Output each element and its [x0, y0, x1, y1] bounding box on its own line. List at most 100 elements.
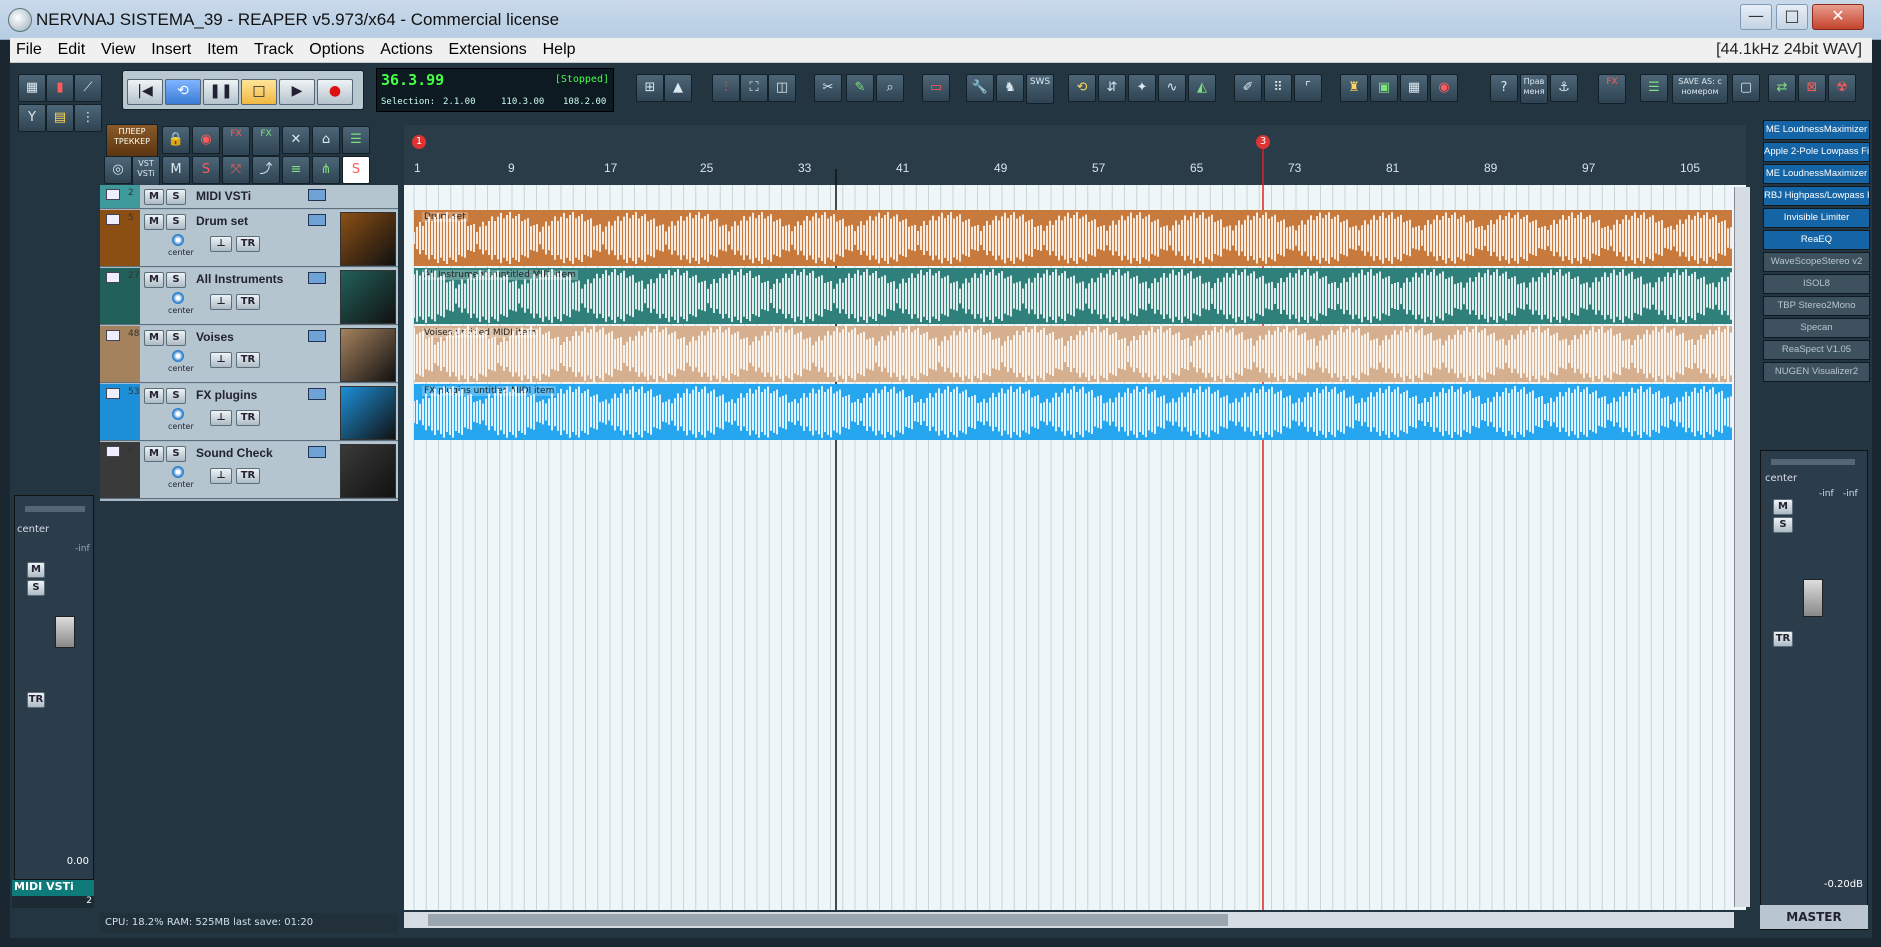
table-icon[interactable]: ▦	[1400, 74, 1428, 102]
pan-knob[interactable]	[172, 408, 184, 420]
track-row[interactable]: 6 M S Sound Check center ⊥ TR	[100, 442, 398, 499]
track-name[interactable]: All Instruments	[196, 272, 283, 286]
zoom-icon[interactable]: ⌕	[876, 74, 904, 102]
menu-actions[interactable]: Actions	[374, 38, 438, 62]
master-mute-button[interactable]: M	[1773, 499, 1793, 515]
pan-knob[interactable]	[172, 466, 184, 478]
selection-end[interactable]: 110.3.00	[501, 97, 544, 107]
menu-edit[interactable]: Edit	[52, 38, 92, 62]
crossfade-icon[interactable]: ✕	[282, 126, 310, 154]
m-icon[interactable]: M	[162, 156, 190, 184]
line-tool-icon[interactable]: ⟋	[74, 74, 102, 102]
fx-chain-item[interactable]: Specan	[1763, 318, 1870, 338]
fx-chain-item[interactable]: TBP Stereo2Mono	[1763, 296, 1870, 316]
media-item[interactable]: Drum set	[414, 210, 1732, 266]
play-icon[interactable]: ▶	[279, 79, 315, 105]
track-mute-button[interactable]: M	[144, 446, 164, 462]
brush-icon[interactable]: ✐	[1234, 74, 1262, 102]
pan-slider[interactable]	[25, 506, 85, 512]
color-icon[interactable]: ▮	[46, 74, 74, 102]
track-name[interactable]: Voises	[196, 330, 234, 344]
vertical-scrollbar[interactable]	[1734, 187, 1750, 907]
sws-icon[interactable]: SWS	[1026, 74, 1054, 104]
track-row[interactable]: 27 M S All Instruments center ⊥ TR	[100, 268, 398, 325]
folder-green-icon[interactable]: ▣	[1370, 74, 1398, 102]
pan-knob[interactable]	[172, 292, 184, 304]
vst-button[interactable]: VST VSTi	[132, 156, 160, 186]
stop-icon[interactable]: □	[241, 79, 277, 105]
fx-chain-item[interactable]: ReaEQ	[1763, 230, 1870, 250]
envelope-icon[interactable]: Y	[18, 104, 46, 132]
fx-off-button[interactable]: FX	[222, 126, 250, 156]
bars-icon[interactable]: ≡	[282, 156, 310, 184]
split-scissors-icon[interactable]: ✂	[814, 74, 842, 102]
track-name[interactable]: FX plugins	[196, 388, 257, 402]
track-name[interactable]: Sound Check	[196, 446, 273, 460]
track-mute-button[interactable]: M	[144, 214, 164, 230]
device-icon[interactable]: ▢	[1732, 74, 1760, 102]
s-button[interactable]: S	[342, 156, 370, 184]
route-icon[interactable]	[308, 330, 326, 342]
envelope-button[interactable]: ⊥	[210, 352, 232, 368]
selection-length[interactable]: 108.2.00	[563, 97, 606, 107]
menu-help[interactable]: Help	[537, 38, 582, 62]
run-actions-icon[interactable]: ♞	[996, 74, 1024, 102]
list-icon[interactable]: ☰	[1640, 74, 1668, 102]
track-row[interactable]: 53 M S FX plugins center ⊥ TR	[100, 384, 398, 441]
ripple-icon[interactable]: ✦	[1128, 74, 1156, 102]
fx-chain-item[interactable]: ME LoudnessMaximizer	[1763, 120, 1870, 140]
fx-eye-button[interactable]: FX	[252, 126, 280, 156]
delete-track-icon[interactable]: ▭	[922, 74, 950, 102]
envelope-points-icon[interactable]: ⤴	[252, 156, 280, 184]
fx-bypass-button[interactable]: FX	[1598, 74, 1626, 104]
pencil-icon[interactable]: ✎	[846, 74, 874, 102]
track-mute-button[interactable]: M	[144, 388, 164, 404]
route-icon[interactable]	[308, 446, 326, 458]
track-row[interactable]: 48 M S Voises center ⊥ TR	[100, 326, 398, 383]
corner-icon[interactable]: ⌜	[1294, 74, 1322, 102]
media-item[interactable]: Voises untitled MIDI item	[414, 326, 1732, 382]
menu-file[interactable]: File	[10, 38, 48, 62]
mixer-fader-icon[interactable]: ⫶	[712, 74, 740, 102]
selection-start[interactable]: 2.1.00	[443, 97, 476, 107]
lock-icon[interactable]: 🔒	[162, 126, 190, 154]
solo-icon[interactable]: S	[192, 156, 220, 184]
metronome-grid-icon[interactable]: ⊞	[636, 74, 664, 102]
fullscreen-icon[interactable]: ⛶	[740, 74, 768, 102]
loop-toggle-icon[interactable]: ⟲	[1068, 74, 1096, 102]
folder-icon[interactable]	[106, 272, 120, 283]
pan-knob[interactable]	[172, 234, 184, 246]
track-solo-button[interactable]: S	[166, 330, 186, 346]
track-mute-button[interactable]: M	[144, 189, 164, 205]
route-icon[interactable]	[308, 189, 326, 201]
master-solo-button[interactable]: S	[1773, 517, 1793, 533]
snapshot-icon[interactable]: ◫	[768, 74, 796, 102]
track-mute-button[interactable]: M	[144, 330, 164, 346]
track-record-button[interactable]: TR	[236, 294, 260, 310]
stretch-icon[interactable]: ▤	[46, 104, 74, 132]
folder-icon[interactable]	[106, 214, 120, 225]
track-record-button[interactable]: TR	[236, 352, 260, 368]
folder-icon[interactable]	[106, 388, 120, 399]
loop-icon[interactable]: ⟲	[165, 79, 201, 105]
track-solo-button[interactable]: S	[166, 272, 186, 288]
fx-chain-item[interactable]: Apple 2-Pole Lowpass Fil	[1763, 142, 1870, 162]
broom-icon[interactable]: ♜	[1340, 74, 1368, 102]
radioactive-icon[interactable]: ☢	[1828, 74, 1856, 102]
menu-options[interactable]: Options	[303, 38, 370, 62]
menu-track[interactable]: Track	[248, 38, 299, 62]
folder-icon[interactable]	[106, 446, 120, 457]
target-icon[interactable]: ◎	[104, 156, 132, 184]
scroll-thumb[interactable]	[428, 914, 1228, 926]
media-item[interactable]: FX plugins untitled MIDI item	[414, 384, 1732, 440]
grid-icon[interactable]: ⋮	[74, 104, 102, 132]
fx-chain-item[interactable]: ME LoudnessMaximizer	[1763, 164, 1870, 184]
track-solo-button[interactable]: S	[166, 446, 186, 462]
route-icon[interactable]	[308, 272, 326, 284]
track-name[interactable]: Drum set	[196, 214, 248, 228]
menu-item[interactable]: Item	[201, 38, 244, 62]
envelope-button[interactable]: ⊥	[210, 294, 232, 310]
spectrum-icon[interactable]: ◭	[1188, 74, 1216, 102]
track-solo-button[interactable]: S	[166, 388, 186, 404]
volume-fader[interactable]	[55, 616, 75, 648]
